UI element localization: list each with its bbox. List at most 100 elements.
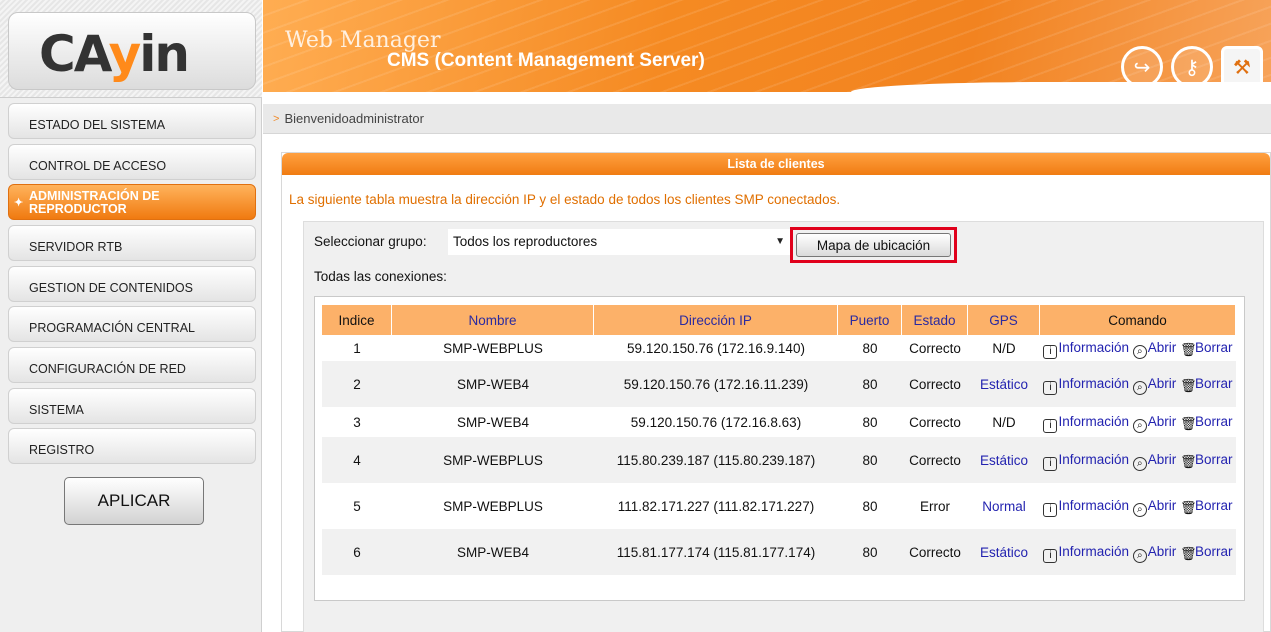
panel-description: La siguiente tabla muestra la dirección … [289, 192, 841, 207]
cell-ip: 111.82.171.227 (111.82.171.227) [594, 483, 838, 529]
cell-name: SMP-WEB4 [392, 529, 594, 575]
column-header-state[interactable]: Estado [902, 305, 968, 335]
cell-name: SMP-WEB4 [392, 361, 594, 407]
cell-port: 80 [838, 361, 902, 407]
cell-commands: i Información ⌕ Abrir 🗑Borrar [1040, 437, 1236, 483]
breadcrumb-arrow-icon: > [273, 112, 280, 125]
table-row: 3 SMP-WEB4 59.120.150.76 (172.16.8.63) 80 Co… [322, 407, 1236, 437]
delete-link[interactable]: Borrar [1195, 544, 1233, 559]
cell-port: 80 [838, 529, 902, 575]
delete-link[interactable]: Borrar [1195, 498, 1233, 513]
column-header-name[interactable]: Nombre [392, 305, 594, 335]
trash-icon[interactable]: 🗑 [1180, 455, 1197, 470]
info-icon[interactable]: i [1043, 503, 1058, 517]
cell-commands: i Información ⌕ Abrir 🗑Borrar [1040, 483, 1236, 529]
group-select-value: Todos los reproductores [453, 234, 598, 249]
table-row: 5 SMP-WEBPLUS 111.82.171.227 (111.82.171.2… [322, 483, 1236, 529]
column-header-command: Comando [1040, 305, 1236, 335]
trash-icon[interactable]: 🗑 [1180, 417, 1197, 432]
sidebar-item-programacion-central[interactable]: PROGRAMACIÓN CENTRAL [8, 306, 256, 342]
open-link[interactable]: Abrir [1148, 452, 1177, 467]
cell-ip: 59.120.150.76 (172.16.9.140) [594, 335, 838, 361]
sidebar-item-estado-sistema[interactable]: ESTADO DEL SISTEMA [8, 103, 256, 139]
magnifier-icon[interactable]: ⌕ [1132, 381, 1147, 395]
cell-ip: 59.120.150.76 (172.16.8.63) [594, 407, 838, 437]
table-row: 1 SMP-WEBPLUS 59.120.150.76 (172.16.9.140)… [322, 335, 1236, 361]
info-icon[interactable]: i [1043, 419, 1058, 433]
info-link[interactable]: Información [1058, 498, 1129, 513]
magnifier-icon[interactable]: ⌕ [1132, 419, 1147, 433]
cell-state: Error [902, 483, 968, 529]
cell-gps[interactable]: Estático [968, 529, 1040, 575]
breadcrumb-text: Bienvenidoadministrator [284, 111, 424, 126]
clients-table: Indice Nombre Dirección IP Puerto Estado… [322, 305, 1236, 575]
open-link[interactable]: Abrir [1148, 414, 1177, 429]
info-link[interactable]: Información [1058, 414, 1129, 429]
cell-port: 80 [838, 407, 902, 437]
cell-index: 3 [322, 407, 392, 437]
sidebar-item-sistema[interactable]: SISTEMA [8, 388, 256, 424]
cell-gps[interactable]: Estático [968, 361, 1040, 407]
map-button-highlight: Mapa de ubicación [790, 227, 957, 263]
group-select[interactable]: Todos los reproductores ▼ [448, 229, 792, 255]
sidebar-item-gestion-contenidos[interactable]: GESTION DE CONTENIDOS [8, 266, 256, 302]
sidebar-item-configuracion-red[interactable]: CONFIGURACIÓN DE RED [8, 347, 256, 383]
info-icon[interactable]: i [1043, 457, 1058, 471]
cell-state: Correcto [902, 361, 968, 407]
client-list-panel: Lista de clientes La siguiente tabla mue… [281, 152, 1271, 632]
clients-table-container: Indice Nombre Dirección IP Puerto Estado… [314, 296, 1245, 601]
magnifier-icon[interactable]: ⌕ [1132, 503, 1147, 517]
info-link[interactable]: Información [1058, 376, 1129, 391]
trash-icon[interactable]: 🗑 [1180, 343, 1197, 358]
cell-state: Correcto [902, 437, 968, 483]
delete-link[interactable]: Borrar [1195, 376, 1233, 391]
open-link[interactable]: Abrir [1148, 544, 1177, 559]
trash-icon[interactable]: 🗑 [1180, 547, 1197, 562]
cell-commands: i Información ⌕ Abrir 🗑Borrar [1040, 361, 1236, 407]
info-icon[interactable]: i [1043, 381, 1058, 395]
app-title: CMS (Content Management Server) [387, 50, 705, 71]
column-header-port[interactable]: Puerto [838, 305, 902, 335]
open-link[interactable]: Abrir [1148, 376, 1177, 391]
sidebar-item-administracion-reproductor[interactable]: ✦ ADMINISTRACIÓN DE REPRODUCTOR [8, 184, 256, 220]
logo: CAyin [8, 12, 256, 90]
cell-name: SMP-WEBPLUS [392, 483, 594, 529]
column-header-ip[interactable]: Dirección IP [594, 305, 838, 335]
open-link[interactable]: Abrir [1148, 340, 1177, 355]
info-link[interactable]: Información [1058, 340, 1129, 355]
magnifier-icon[interactable]: ⌕ [1132, 457, 1147, 471]
cell-gps[interactable]: Normal [968, 483, 1040, 529]
apply-button[interactable]: APLICAR [64, 477, 204, 525]
cell-commands: i Información ⌕ Abrir 🗑Borrar [1040, 335, 1236, 361]
logo-text: CAyin [39, 25, 190, 83]
location-map-button[interactable]: Mapa de ubicación [796, 233, 951, 257]
cell-index: 2 [322, 361, 392, 407]
cell-state: Correcto [902, 335, 968, 361]
cell-port: 80 [838, 437, 902, 483]
cell-index: 5 [322, 483, 392, 529]
cell-gps[interactable]: Estático [968, 437, 1040, 483]
cell-ip: 59.120.150.76 (172.16.11.239) [594, 361, 838, 407]
info-icon[interactable]: i [1043, 549, 1058, 563]
sidebar-item-registro[interactable]: REGISTRO [8, 428, 256, 464]
trash-icon[interactable]: 🗑 [1180, 501, 1197, 516]
group-label: Seleccionar grupo: [314, 234, 427, 249]
info-link[interactable]: Información [1058, 452, 1129, 467]
column-header-gps[interactable]: GPS [968, 305, 1040, 335]
info-icon[interactable]: i [1043, 345, 1058, 359]
trash-icon[interactable]: 🗑 [1180, 379, 1197, 394]
delete-link[interactable]: Borrar [1195, 340, 1233, 355]
delete-link[interactable]: Borrar [1195, 414, 1233, 429]
magnifier-icon[interactable]: ⌕ [1132, 549, 1147, 563]
sidebar-item-servidor-rtb[interactable]: SERVIDOR RTB [8, 225, 256, 261]
open-link[interactable]: Abrir [1148, 498, 1177, 513]
cell-index: 4 [322, 437, 392, 483]
magnifier-icon[interactable]: ⌕ [1132, 345, 1147, 359]
cell-commands: i Información ⌕ Abrir 🗑Borrar [1040, 529, 1236, 575]
info-link[interactable]: Información [1058, 544, 1129, 559]
delete-link[interactable]: Borrar [1195, 452, 1233, 467]
sidebar-item-control-acceso[interactable]: CONTROL DE ACCESO [8, 144, 256, 180]
table-row: 2 SMP-WEB4 59.120.150.76 (172.16.11.239) 80… [322, 361, 1236, 407]
chevron-down-icon: ▼ [775, 236, 785, 247]
cell-port: 80 [838, 335, 902, 361]
